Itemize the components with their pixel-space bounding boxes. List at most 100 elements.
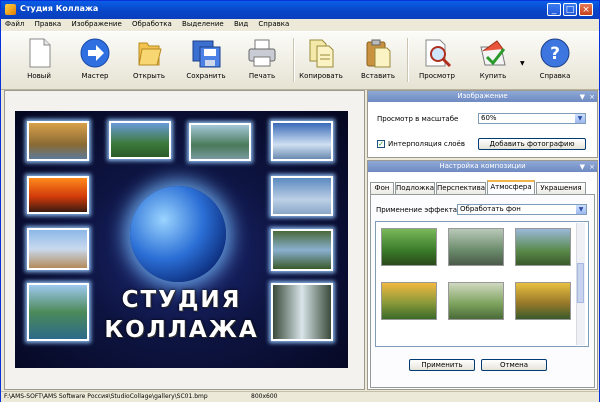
preview-icon (421, 37, 453, 69)
wizard-arrow-icon (79, 37, 111, 69)
collage-photo[interactable] (27, 228, 89, 270)
menu-help[interactable]: Справка (254, 19, 293, 28)
image-panel-title: Изображение (457, 92, 508, 100)
preview-label: Просмотр (419, 72, 455, 80)
effect-label: Применение эффекта (376, 206, 458, 214)
collage-title-line2: КОЛЛАЖА (104, 317, 259, 343)
buy-button[interactable]: Купить (469, 35, 517, 87)
collage-photo[interactable] (271, 229, 333, 271)
menu-file[interactable]: Файл (1, 19, 28, 28)
effect-thumbnail[interactable] (381, 228, 437, 266)
paste-button[interactable]: Вставить (354, 35, 402, 87)
new-button[interactable]: Новый (15, 35, 63, 87)
wizard-button[interactable]: Мастер (71, 35, 119, 87)
collage-preview[interactable]: СТУДИЯ КОЛЛАЖА (15, 111, 348, 368)
tab-underlay[interactable]: Подложка (395, 182, 435, 194)
collage-photo[interactable] (27, 176, 89, 214)
tab-atmosphere[interactable]: Атмосфера (487, 180, 535, 194)
image-panel-header[interactable]: Изображение ▼ × (368, 91, 597, 102)
zoom-select[interactable]: 60% ▼ (478, 113, 586, 124)
chevron-down-icon[interactable]: ▼ (575, 114, 585, 123)
effect-thumbnail[interactable] (381, 282, 437, 320)
title-bar[interactable]: Студия Коллажа _ □ × (1, 1, 599, 19)
collage-photo[interactable] (271, 176, 333, 216)
image-panel: Изображение ▼ × Просмотр в масштабе 60% … (367, 90, 598, 158)
menu-select[interactable]: Выделение (178, 19, 228, 28)
canvas-area[interactable]: СТУДИЯ КОЛЛАЖА (4, 90, 365, 390)
effect-thumbnail[interactable] (515, 282, 571, 320)
save-button[interactable]: Сохранить (182, 35, 230, 87)
panel-close-icon[interactable]: × (589, 92, 595, 103)
menu-edit[interactable]: Правка (31, 19, 66, 28)
panel-collapse-icon[interactable]: ▼ (580, 92, 585, 103)
buy-label: Купить (479, 72, 507, 80)
effect-thumbnail[interactable] (515, 228, 571, 266)
menu-process[interactable]: Обработка (128, 19, 176, 28)
apply-button[interactable]: Применить (409, 359, 475, 371)
collage-photo[interactable] (271, 121, 333, 161)
open-label: Открыть (133, 72, 165, 80)
tab-decorations[interactable]: Украшения (536, 182, 586, 194)
copy-button[interactable]: Копировать (297, 35, 345, 87)
composition-panel: Настройка композиции ▼ × Фон Подложка Пе… (367, 160, 598, 390)
app-icon (5, 4, 16, 15)
globe-image (130, 186, 226, 282)
printer-icon (246, 37, 278, 69)
effect-gallery (375, 221, 589, 347)
status-bar: F:\AMS-SOFT\AMS Software Россия\StudioCo… (1, 391, 599, 402)
toolbar: Новый Мастер Открыть Сохранить Печать Ко… (1, 31, 599, 90)
panel-close-icon[interactable]: × (589, 162, 595, 173)
effect-thumbnail[interactable] (448, 228, 504, 266)
scrollbar-thumb[interactable] (577, 263, 584, 303)
menu-image[interactable]: Изображение (67, 19, 125, 28)
effect-thumbnail[interactable] (448, 282, 504, 320)
print-label: Печать (248, 72, 276, 80)
effect-value: Обработать фон (460, 205, 521, 213)
zoom-label: Просмотр в масштабе (377, 115, 459, 123)
preview-button[interactable]: Просмотр (413, 35, 461, 87)
svg-text:?: ? (550, 44, 560, 64)
close-button[interactable]: × (579, 3, 593, 16)
menu-view[interactable]: Вид (230, 19, 252, 28)
status-file-path: F:\AMS-SOFT\AMS Software Россия\StudioCo… (4, 393, 208, 400)
minimize-button[interactable]: _ (547, 3, 561, 16)
add-photo-button[interactable]: Добавить фотографию (478, 138, 586, 150)
wizard-label: Мастер (81, 72, 109, 80)
zoom-value: 60% (481, 114, 497, 122)
effect-select[interactable]: Обработать фон ▼ (457, 204, 587, 215)
tab-perspective[interactable]: Перспектива (436, 182, 486, 194)
window-title: Студия Коллажа (20, 4, 99, 13)
buy-icon (477, 37, 509, 69)
composition-panel-title: Настройка композиции (439, 162, 526, 170)
cancel-button[interactable]: Отмена (481, 359, 547, 371)
toolbar-separator (293, 38, 295, 82)
collage-photo[interactable] (109, 121, 171, 159)
new-label: Новый (27, 72, 51, 80)
maximize-button[interactable]: □ (563, 3, 577, 16)
menu-bar: Файл Правка Изображение Обработка Выделе… (1, 19, 599, 31)
collage-photo[interactable] (27, 121, 89, 161)
collage-title-line1: СТУДИЯ (121, 287, 242, 313)
open-folder-icon (133, 37, 165, 69)
collage-photo[interactable] (189, 123, 251, 161)
help-button[interactable]: ? Справка (531, 35, 579, 87)
copy-label: Копировать (299, 72, 343, 80)
toolbar-separator (407, 38, 409, 82)
open-button[interactable]: Открыть (125, 35, 173, 87)
new-file-icon (23, 37, 55, 69)
status-image-size: 800x600 (251, 393, 278, 400)
panel-collapse-icon[interactable]: ▼ (580, 162, 585, 173)
help-icon: ? (539, 37, 571, 69)
print-button[interactable]: Печать (238, 35, 286, 87)
save-icon (190, 37, 222, 69)
save-label: Сохранить (186, 72, 226, 80)
interpolation-checkbox[interactable]: ✓ (377, 140, 385, 148)
composition-panel-header[interactable]: Настройка композиции ▼ × (368, 161, 597, 172)
app-window: Студия Коллажа _ □ × Файл Правка Изображ… (0, 0, 600, 402)
paste-label: Вставить (361, 72, 395, 80)
buy-dropdown-arrow-icon[interactable]: ▼ (520, 60, 525, 67)
gallery-scrollbar[interactable] (576, 223, 585, 345)
tab-background[interactable]: Фон (370, 182, 394, 194)
copy-icon (305, 37, 337, 69)
chevron-down-icon[interactable]: ▼ (576, 205, 586, 214)
